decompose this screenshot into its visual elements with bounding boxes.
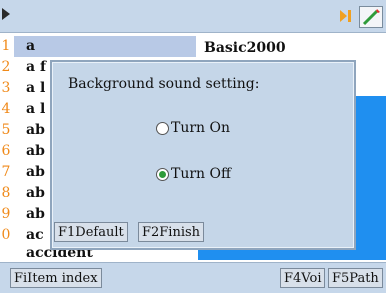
radio-checked-icon[interactable] <box>156 167 169 181</box>
item-number: 8 <box>1 185 11 201</box>
item-word: a <box>14 36 196 57</box>
item-number: 4 <box>1 101 11 117</box>
path-button[interactable]: F5Path <box>328 268 383 288</box>
turn-off-option[interactable]: Turn Off <box>156 164 231 184</box>
option-label: Turn On <box>171 120 231 136</box>
dictionary-title: Basic2000 <box>204 40 286 56</box>
option-label: Turn Off <box>171 166 231 182</box>
background-sound-dialog: Background sound setting: Turn On Turn O… <box>50 60 356 250</box>
dictionary-screen: 1 a 2 a f 3 a l 4 a l 5 ab 6 ab 7 ab 8 a <box>0 0 386 293</box>
top-toolbar <box>0 0 386 33</box>
default-button[interactable]: F1Default <box>54 222 128 242</box>
item-number: 3 <box>1 80 11 96</box>
item-number: 7 <box>1 164 11 180</box>
bottom-toolbar: FiItem index F4Voi F5Path <box>0 262 386 293</box>
turn-on-option[interactable]: Turn On <box>156 118 230 138</box>
item-index-button[interactable]: FiItem index <box>10 268 102 288</box>
item-number: 2 <box>1 59 11 75</box>
item-number <box>0 243 12 264</box>
dialog-title: Background sound setting: <box>68 76 260 92</box>
list-item[interactable]: 1 a <box>0 36 196 57</box>
finish-button[interactable]: F2Finish <box>138 222 205 242</box>
radio-unchecked-icon[interactable] <box>156 121 169 135</box>
play-icon[interactable] <box>338 8 354 24</box>
item-number: 1 <box>1 38 11 54</box>
voice-button[interactable]: F4Voi <box>280 268 326 288</box>
cursor-arrow-icon <box>2 8 10 20</box>
item-number: 6 <box>1 143 11 159</box>
item-number: 9 <box>1 206 11 222</box>
item-number: 5 <box>1 122 11 138</box>
edit-pen-icon[interactable] <box>359 6 383 28</box>
